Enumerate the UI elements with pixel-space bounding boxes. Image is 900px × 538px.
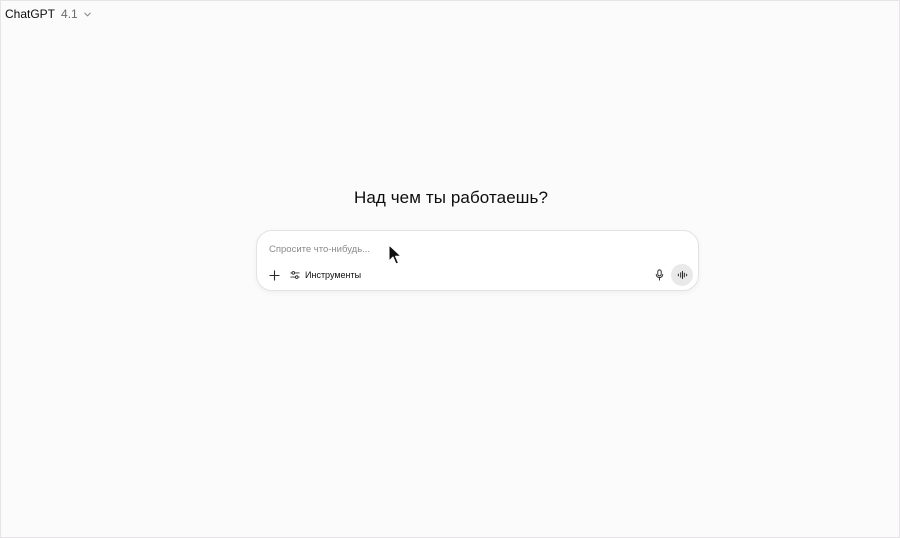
- voice-mode-button[interactable]: [671, 264, 693, 286]
- microphone-icon: [655, 269, 663, 281]
- model-switcher[interactable]: ChatGPT 4.1: [5, 7, 92, 21]
- app-window: ChatGPT 4.1 Над чем ты работаешь? Инстру…: [0, 0, 900, 538]
- plus-icon: [268, 269, 280, 281]
- voice-waveform-icon: [677, 270, 687, 280]
- page-heading: Над чем ты работаешь?: [353, 188, 549, 207]
- tools-button[interactable]: Инструменты: [287, 266, 364, 284]
- tools-label: Инструменты: [305, 270, 362, 280]
- add-attachment-button[interactable]: [266, 267, 282, 283]
- model-version: 4.1: [61, 7, 78, 21]
- chevron-down-icon: [83, 12, 91, 16]
- dictate-button[interactable]: [652, 267, 666, 283]
- model-name: ChatGPT: [5, 7, 56, 21]
- sliders-icon: [290, 271, 300, 279]
- prompt-composer: Инструменты: [256, 230, 699, 291]
- prompt-input[interactable]: [269, 241, 569, 257]
